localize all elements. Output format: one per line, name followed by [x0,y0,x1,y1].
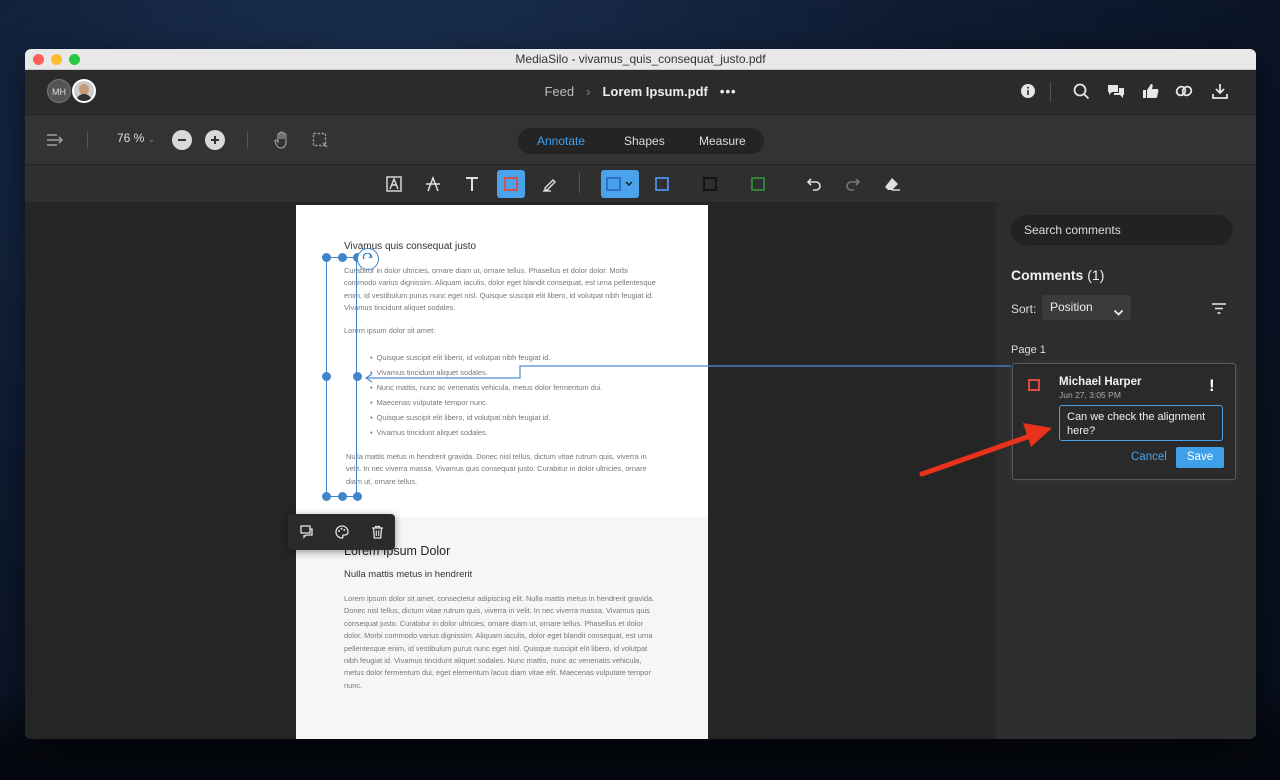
tab-shapes[interactable]: Shapes [624,128,665,154]
info-icon[interactable] [1017,80,1039,102]
toolbar-divider [247,131,248,149]
list-item: Vivamus tincidunt aliquet sodales. [370,365,603,380]
list-item: Vivamus tincidunt aliquet sodales. [370,425,603,440]
app-window: MediaSilo - vivamus_quis_consequat_justo… [25,49,1256,739]
sort-value: Position [1050,300,1093,314]
download-icon[interactable] [1209,80,1231,102]
comment-author: Michael Harper [1059,376,1142,388]
resize-handle[interactable] [352,491,362,501]
app-header: MH Feed › Lorem Ipsum.pdf ••• [25,70,1256,113]
viewer-toolbar: 76 % ⌄ Annotate Shapes Measure [25,114,1256,165]
stroke-color-icon[interactable] [601,170,639,198]
list-item: Maecenas vulputate tempor nunc. [370,395,603,410]
tab-measure[interactable]: Measure [699,128,746,154]
toolbar-divider [87,131,88,149]
doc-paragraph: Nulla mattis metus in hendrerit gravida.… [346,452,647,486]
list-item: Quisque suscipit elit libero, id volutpa… [370,350,603,365]
reply-icon[interactable] [297,522,317,542]
list-item: Quisque suscipit elit libero, id volutpa… [370,410,603,425]
close-window-button[interactable] [33,54,44,65]
trash-icon[interactable] [367,522,387,542]
rectangle-annotation-icon [1028,379,1040,391]
comments-count: (1) [1087,267,1105,283]
strikethrough-icon[interactable] [419,170,447,198]
hand-icon[interactable] [272,130,292,150]
resize-handle[interactable] [321,252,331,262]
redo-icon[interactable] [839,170,867,198]
search-icon[interactable] [1070,80,1092,102]
comment-date: Jun 27, 3:05 PM [1059,390,1121,400]
sort-label: Sort: [1011,302,1037,316]
chevron-down-icon: ⌄ [147,134,156,144]
search-comments-input[interactable] [1011,215,1233,245]
document-canvas[interactable]: Vivamus quis consequat justo Curabitur i… [25,202,994,739]
color-green-icon[interactable] [744,170,772,198]
thumbs-up-icon[interactable] [1139,80,1161,102]
doc-paragraph: Lorem ipsum dolor sit amet, consectetur … [344,594,655,690]
palette-icon[interactable] [332,522,352,542]
resize-handle[interactable] [352,371,362,381]
highlight-text-icon[interactable] [380,170,408,198]
resize-handle[interactable] [337,252,347,262]
zoom-in-icon[interactable] [205,130,225,150]
doc-bullet-list: Quisque suscipit elit libero, id volutpa… [370,350,603,440]
breadcrumb-file-name: Lorem Ipsum.pdf [602,84,708,99]
header-divider [1050,82,1051,102]
resize-handle[interactable] [321,371,331,381]
mode-switcher: Annotate Shapes Measure [518,128,764,154]
breadcrumb-feed-link[interactable]: Feed [544,84,574,99]
rectangle-icon[interactable] [497,170,525,198]
comments-title: Comments [1011,267,1084,283]
rotate-icon[interactable] [357,248,379,270]
chevron-down-icon [1113,302,1124,327]
list-item: Nunc mattis, nunc ac venenatis vehicula,… [370,380,603,395]
annotation-context-menu [288,514,395,550]
comment-card[interactable]: Michael Harper Jun 27, 3:05 PM ! Can we … [1012,363,1236,480]
maximize-window-button[interactable] [69,54,80,65]
chevron-right-icon: › [586,84,591,99]
zoom-out-icon[interactable] [172,130,192,150]
minimize-window-button[interactable] [51,54,62,65]
sort-select[interactable]: Position [1042,295,1131,320]
eraser-icon[interactable] [878,170,906,198]
zoom-value: 76 % [117,131,145,145]
tab-annotate[interactable]: Annotate [537,128,585,154]
more-options-button[interactable]: ••• [720,84,737,99]
doc-subheading: Nulla mattis metus in hendrerit [344,569,473,580]
color-blue-icon[interactable] [648,170,676,198]
comments-panel: Comments (1) Sort: Position Page 1 Micha… [995,202,1256,739]
text-icon[interactable] [458,170,486,198]
marquee-select-icon[interactable] [310,130,330,150]
link-icon[interactable] [1173,80,1195,102]
doc-paragraph: Curabitur in dolor ultricies, ornare dia… [344,266,656,313]
color-black-icon[interactable] [696,170,724,198]
resize-handle[interactable] [321,491,331,501]
comment-text-input[interactable]: Can we check the alignment here? [1059,405,1223,441]
filter-icon[interactable] [1212,301,1226,319]
undo-icon[interactable] [800,170,828,198]
title-bar: MediaSilo - vivamus_quis_consequat_justo… [25,49,1256,70]
pen-icon[interactable] [536,170,564,198]
save-button[interactable]: Save [1176,447,1224,468]
comments-icon[interactable] [1105,80,1127,102]
sidebar-toggle-icon[interactable] [45,131,65,149]
cancel-button[interactable]: Cancel [1131,451,1167,463]
window-title: MediaSilo - vivamus_quis_consequat_justo… [515,52,766,66]
zoom-level-select[interactable]: 76 % ⌄ [117,131,155,145]
annotation-toolbar [25,164,1256,203]
comments-page-label: Page 1 [1011,344,1046,356]
priority-flag-button[interactable]: ! [1209,376,1215,396]
toolbar-divider [579,173,580,193]
resize-handle[interactable] [337,491,347,501]
doc-paragraph: Lorem ipsum dolor sit amet: [344,326,436,335]
comments-heading: Comments (1) [1011,267,1104,283]
pdf-page-1: Vivamus quis consequat justo Curabitur i… [296,205,708,739]
